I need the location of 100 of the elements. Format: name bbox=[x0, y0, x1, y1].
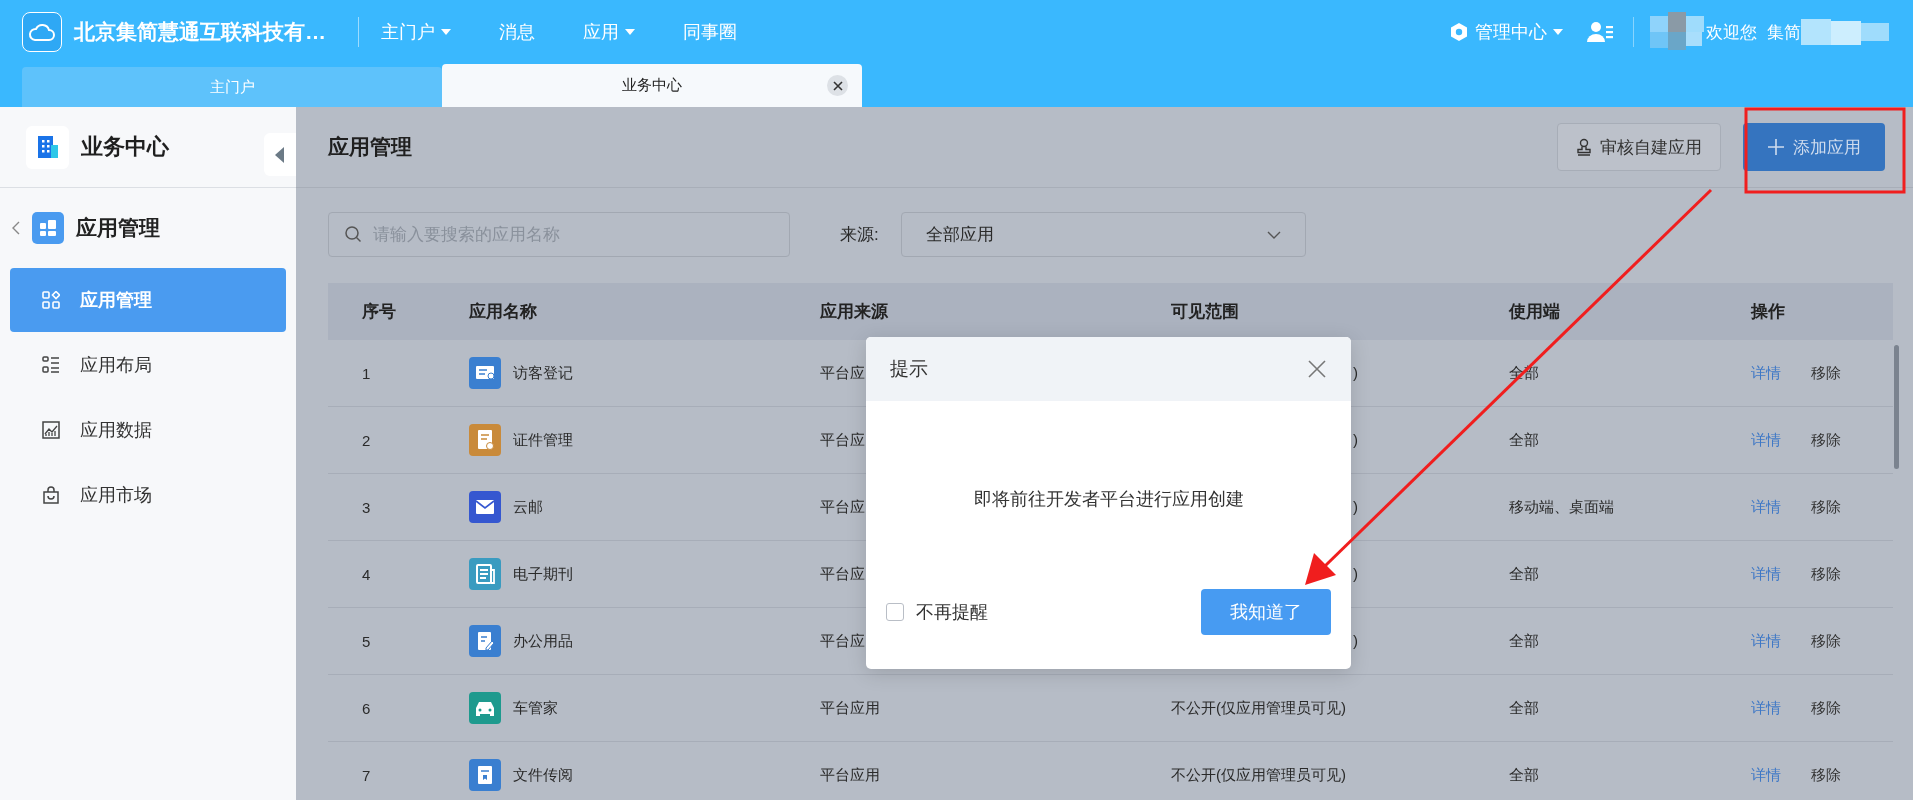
remove-link[interactable]: 移除 bbox=[1811, 631, 1841, 651]
table-cell: ) bbox=[1353, 431, 1358, 448]
building-icon bbox=[26, 125, 69, 169]
details-link[interactable]: 详情 bbox=[1751, 564, 1781, 584]
table-cell-text: 4 bbox=[361, 565, 371, 583]
page-tab[interactable]: 主门户 bbox=[22, 67, 442, 107]
table-cell: 不公开(仅应用管理员可见) bbox=[1171, 765, 1346, 783]
caret-icon bbox=[625, 29, 635, 35]
table-cell-text: 1 bbox=[361, 364, 371, 382]
scrollbar-thumb[interactable] bbox=[1894, 345, 1899, 469]
app-name: 云邮 bbox=[513, 497, 543, 517]
back-icon[interactable] bbox=[12, 221, 20, 235]
review-button[interactable]: 审核自建应用 bbox=[1557, 123, 1721, 171]
nav-item[interactable]: 主门户 bbox=[381, 20, 451, 44]
welcome-text: 欢迎您 bbox=[1706, 21, 1757, 44]
table-cell-text: 3 bbox=[361, 498, 371, 516]
table-cell-text: 6 bbox=[361, 699, 371, 717]
table-cell: 全部 bbox=[1509, 698, 1539, 718]
sidebar-item[interactable]: 应用数据 bbox=[10, 398, 286, 462]
search-icon bbox=[344, 225, 362, 243]
table-cell: 平台应 bbox=[820, 497, 865, 517]
dialog-title: 提示 bbox=[890, 357, 928, 381]
checkbox-label: 不再提醒 bbox=[916, 601, 988, 624]
details-link[interactable]: 详情 bbox=[1751, 430, 1781, 450]
list-icon bbox=[42, 356, 60, 374]
table-cell: 不公开(仅应用管理员可见) bbox=[1171, 698, 1346, 716]
remove-link[interactable]: 移除 bbox=[1811, 497, 1841, 517]
details-link[interactable]: 详情 bbox=[1751, 363, 1781, 383]
details-link[interactable]: 详情 bbox=[1751, 765, 1781, 785]
details-link[interactable]: 详情 bbox=[1751, 698, 1781, 718]
contacts-icon[interactable] bbox=[1587, 21, 1613, 43]
table-cell: 全部 bbox=[1509, 765, 1539, 785]
caret-icon bbox=[441, 29, 451, 35]
nav-item[interactable]: 应用 bbox=[583, 20, 635, 44]
nav-item[interactable]: 同事圈 bbox=[683, 20, 737, 44]
chevron-down-icon bbox=[1266, 230, 1281, 239]
app-group-icon bbox=[32, 212, 64, 244]
caret-icon bbox=[1553, 29, 1563, 35]
company-name: 北京集简慧通互联科技有… bbox=[74, 19, 326, 45]
column-header: 应用名称 bbox=[469, 301, 537, 323]
table-cell: ) bbox=[1353, 498, 1358, 515]
source-select[interactable]: 全部应用 bbox=[900, 212, 1306, 257]
hexagon-icon bbox=[1449, 22, 1469, 42]
details-link[interactable]: 详情 bbox=[1751, 631, 1781, 651]
table-cell: 平台应用 bbox=[820, 765, 880, 785]
remove-link[interactable]: 移除 bbox=[1811, 765, 1841, 785]
table-cell: 平台应 bbox=[820, 564, 865, 584]
logo-icon bbox=[22, 12, 62, 52]
remove-link[interactable]: 移除 bbox=[1811, 698, 1841, 718]
table-cell: 全部 bbox=[1509, 430, 1539, 450]
checkbox[interactable] bbox=[886, 603, 904, 621]
table-cell: 全部 bbox=[1509, 564, 1539, 584]
user-name[interactable]: 集简 bbox=[1767, 20, 1801, 44]
sidebar-item[interactable]: 应用市场 bbox=[10, 463, 286, 527]
table-cell: 平台应 bbox=[820, 430, 865, 450]
confirm-button[interactable]: 我知道了 bbox=[1201, 589, 1331, 635]
table-cell-text: 5 bbox=[361, 632, 371, 650]
dialog-message: 即将前往开发者平台进行应用创建 bbox=[973, 488, 1244, 511]
app-name: 办公用品 bbox=[513, 631, 573, 651]
column-header: 使用端 bbox=[1509, 301, 1560, 323]
app-name: 电子期刊 bbox=[513, 564, 573, 584]
table-cell-text: 2 bbox=[361, 431, 371, 449]
table-cell: ) bbox=[1353, 364, 1358, 381]
stamp-icon bbox=[1576, 138, 1592, 156]
page-tab[interactable]: 业务中心 bbox=[442, 64, 862, 107]
app-name: 车管家 bbox=[513, 698, 558, 718]
remove-link[interactable]: 移除 bbox=[1811, 363, 1841, 383]
triangle-left-icon bbox=[275, 146, 285, 163]
table-cell-text: 7 bbox=[361, 766, 371, 784]
chart-icon bbox=[42, 421, 60, 439]
app-name: 访客登记 bbox=[513, 363, 573, 383]
nav-item[interactable]: 消息 bbox=[499, 20, 535, 44]
filter-label: 来源: bbox=[840, 224, 879, 246]
details-link[interactable]: 详情 bbox=[1751, 497, 1781, 517]
add-app-button[interactable]: 添加应用 bbox=[1743, 123, 1885, 171]
bag-icon bbox=[42, 486, 60, 504]
remove-link[interactable]: 移除 bbox=[1811, 430, 1841, 450]
table-cell: 平台应用 bbox=[820, 698, 880, 718]
collapse-button[interactable] bbox=[264, 133, 296, 176]
table-cell: ) bbox=[1353, 632, 1358, 649]
plus-icon bbox=[1767, 138, 1785, 156]
table-cell: ) bbox=[1353, 565, 1358, 582]
remove-link[interactable]: 移除 bbox=[1811, 564, 1841, 584]
column-header: 序号 bbox=[361, 301, 396, 323]
grid-icon bbox=[42, 291, 60, 309]
sidebar-title: 业务中心 bbox=[81, 133, 169, 161]
blurred-area bbox=[1650, 12, 1706, 52]
table-cell: 全部 bbox=[1509, 631, 1539, 651]
app-name: 文件传阅 bbox=[513, 765, 573, 785]
close-icon[interactable] bbox=[827, 75, 848, 96]
column-header: 操作 bbox=[1751, 301, 1785, 323]
group-title: 应用管理 bbox=[76, 215, 160, 241]
admin-menu[interactable]: 管理中心 bbox=[1449, 20, 1563, 44]
column-header: 可见范围 bbox=[1171, 301, 1239, 323]
table-cell: 移动端、桌面端 bbox=[1509, 497, 1614, 517]
app-name: 证件管理 bbox=[513, 430, 573, 450]
table-cell: 平台应 bbox=[820, 631, 865, 651]
sidebar-item[interactable]: 应用管理 bbox=[10, 268, 286, 332]
sidebar-item[interactable]: 应用布局 bbox=[10, 333, 286, 397]
table-cell: 平台应 bbox=[820, 363, 865, 383]
